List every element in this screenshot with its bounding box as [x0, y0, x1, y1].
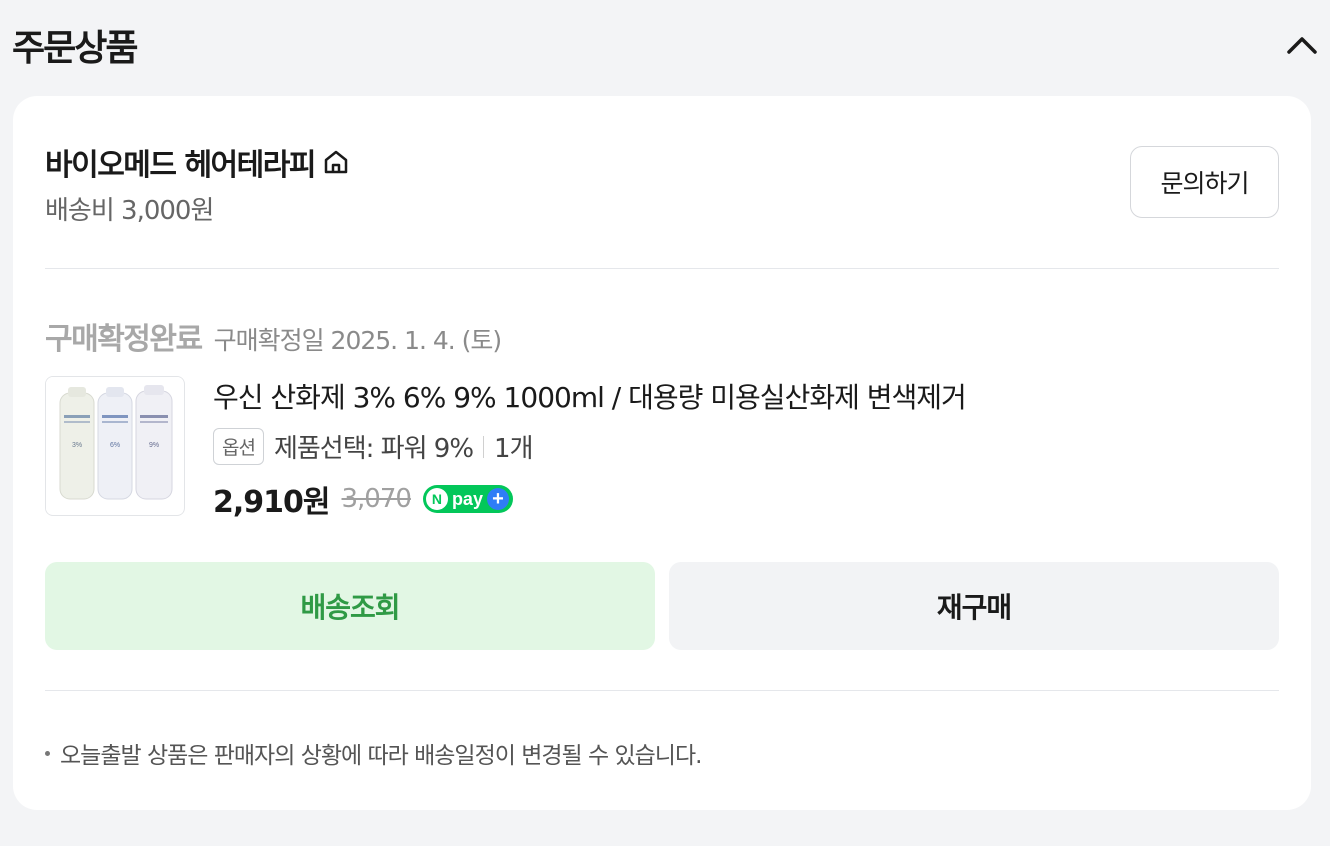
option-text: 제품선택: 파워 9%: [273, 434, 474, 464]
original-price: 3,070: [341, 484, 412, 514]
seller-name: 바이오메드 헤어테라피: [45, 148, 316, 183]
seller-row: 바이오메드 헤어테라피 배송비 3,000원 문의하기: [45, 138, 1279, 228]
product-option-row: 옵션 제품선택: 파워 9% 1개: [213, 428, 1273, 465]
product-thumbnail[interactable]: 3% 6% 9%: [45, 376, 185, 516]
plus-icon: +: [486, 488, 509, 510]
bottle-label-3: 3%: [72, 442, 82, 449]
option-badge: 옵션: [213, 428, 264, 465]
inquiry-button[interactable]: 문의하기: [1130, 146, 1279, 218]
shipping-notice: 오늘출발 상품은 판매자의 상황에 따라 배송일정이 변경될 수 있습니다.: [45, 736, 702, 770]
order-status-date: 구매확정일 2025. 1. 4. (토): [213, 326, 503, 355]
section-header: 주문상품: [12, 0, 1318, 90]
npay-plus-badge: N pay +: [422, 485, 513, 513]
shipping-fee: 배송비 3,000원: [45, 196, 214, 226]
track-delivery-button[interactable]: 배송조회: [45, 562, 655, 650]
price-row: 2,910원 3,070 N pay +: [213, 477, 1273, 521]
chevron-up-icon: [1287, 37, 1317, 54]
product-image: 3% 6% 9%: [46, 377, 183, 514]
bottle-label-6: 6%: [110, 442, 120, 449]
order-card: 바이오메드 헤어테라피 배송비 3,000원 문의하기 구매확정완료 구매확정일…: [13, 96, 1311, 810]
collapse-button[interactable]: [1282, 25, 1322, 65]
divider: [45, 690, 1279, 691]
npay-text: pay: [451, 488, 483, 509]
section-title: 주문상품: [12, 28, 138, 69]
seller-link[interactable]: 바이오메드 헤어테라피: [45, 140, 351, 184]
price: 2,910원: [213, 485, 330, 520]
bottle-label-9: 9%: [149, 442, 159, 449]
product-info: 우신 산화제 3% 6% 9% 1000ml / 대용량 미용실산화제 변색제거…: [213, 378, 1273, 521]
quantity: 1개: [494, 434, 533, 464]
bullet-icon: [45, 750, 50, 756]
rebuy-button[interactable]: 재구매: [669, 562, 1279, 650]
product-name[interactable]: 우신 산화제 3% 6% 9% 1000ml / 대용량 미용실산화제 변색제거: [213, 378, 1273, 418]
order-status-row: 구매확정완료 구매확정일 2025. 1. 4. (토): [45, 314, 503, 358]
option-separator: [483, 435, 485, 458]
npay-n-icon: N: [425, 488, 448, 510]
notice-text: 오늘출발 상품은 판매자의 상황에 따라 배송일정이 변경될 수 있습니다.: [60, 743, 702, 769]
divider: [45, 268, 1279, 269]
order-status: 구매확정완료: [45, 322, 203, 357]
home-icon: [324, 150, 348, 174]
